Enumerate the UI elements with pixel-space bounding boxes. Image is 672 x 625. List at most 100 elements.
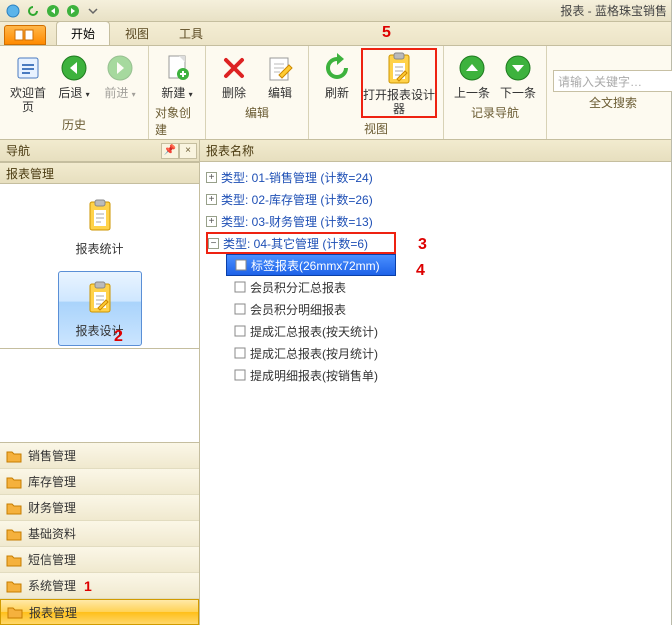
tree-item[interactable]: 提成汇总报表(按月统计) — [206, 342, 671, 364]
nav-back-icon[interactable] — [44, 2, 62, 20]
delete-icon — [218, 52, 250, 84]
folder-icon — [6, 579, 22, 593]
refresh-icon[interactable] — [24, 2, 42, 20]
back-round-icon — [58, 52, 90, 84]
nav-item-label: 系统管理 — [28, 577, 76, 594]
nav-list: 销售管理库存管理财务管理基础资料短信管理系统管理 1 报表管理 — [0, 442, 199, 625]
clipboard-icon — [82, 278, 118, 320]
nav-close-button[interactable]: × — [179, 143, 197, 159]
delete-button[interactable]: 删除 — [212, 48, 256, 102]
tree-item-label: 提成汇总报表(按月统计) — [250, 345, 378, 362]
folder-icon — [6, 527, 22, 541]
annotation-1: 1 — [84, 578, 92, 594]
nav-section-title: 报表管理 — [0, 162, 199, 184]
open-designer-button[interactable]: 打开报表设计器 — [361, 48, 437, 118]
sidebar-system[interactable]: 系统管理 1 — [0, 573, 199, 599]
annotation-2: 2 — [114, 328, 123, 346]
expand-icon[interactable]: + — [206, 216, 217, 227]
nav-header: 导航 📌 × — [0, 140, 199, 162]
button-label: 后退 ▾ — [58, 86, 89, 102]
tab-2[interactable]: 工具 — [164, 21, 218, 45]
app-logo-icon[interactable] — [4, 2, 22, 20]
tree-item[interactable]: 提成汇总报表(按天统计) — [206, 320, 671, 342]
button-label: 新建 ▾ — [161, 86, 192, 102]
ribbon: 欢迎首页后退 ▾前进 ▾历史新建 ▾对象创建删除编辑编辑刷新打开报表设计器视图上… — [0, 46, 671, 140]
nav-item-label: 库存管理 — [28, 473, 76, 490]
sidebar-reports[interactable]: 报表管理 — [0, 599, 199, 625]
card-label: 报表统计 — [75, 240, 123, 257]
ribbon-group-5: 请输入关键字…全文搜索 — [547, 46, 672, 139]
tree-group-label: 类型: 03-财务管理 (计数=13) — [221, 213, 373, 230]
tree-item-label: 提成汇总报表(按天统计) — [250, 323, 378, 340]
ribbon-group-2: 删除编辑编辑 — [206, 46, 309, 139]
tab-1[interactable]: 视图 — [110, 21, 164, 45]
card-report-design[interactable]: 报表设计 — [58, 271, 142, 346]
tree-item-label: 标签报表(26mmx72mm) — [251, 257, 380, 274]
refresh-button[interactable]: 刷新 — [315, 48, 359, 118]
folder-icon — [6, 553, 22, 567]
collapse-icon[interactable]: − — [208, 238, 219, 249]
folder-icon — [6, 501, 22, 515]
edit-button[interactable]: 编辑 — [258, 48, 302, 102]
forward-button: 前进 ▾ — [98, 48, 142, 114]
sidebar-sales[interactable]: 销售管理 — [0, 443, 199, 469]
new-button[interactable]: 新建 ▾ — [155, 48, 199, 102]
sidebar-sms[interactable]: 短信管理 — [0, 547, 199, 573]
tree-item-label: 会员积分汇总报表 — [250, 279, 346, 296]
tree-group[interactable]: + 类型: 03-财务管理 (计数=13) — [206, 210, 671, 232]
back-button[interactable]: 后退 ▾ — [52, 48, 96, 114]
down-round-icon — [502, 52, 534, 84]
nav-forward-icon[interactable] — [64, 2, 82, 20]
title-bar: 报表 - 蓝格珠宝销售 — [0, 0, 671, 22]
nav-pin-button[interactable]: 📌 — [161, 143, 179, 159]
nav-panel: 导航 📌 × 报表管理 报表统计报表设计2 销售管理库存管理财务管理基础资料短信… — [0, 140, 200, 625]
ribbon-group-1: 新建 ▾对象创建 — [149, 46, 206, 139]
tree-group-label: 类型: 01-销售管理 (计数=24) — [221, 169, 373, 186]
tree-group[interactable]: + 类型: 01-销售管理 (计数=24) — [206, 166, 671, 188]
button-label: 打开报表设计器 — [363, 88, 435, 116]
nav-item-label: 报表管理 — [29, 604, 77, 621]
expand-icon[interactable]: + — [206, 194, 217, 205]
annotation-5: 5 — [382, 24, 391, 42]
tree-group[interactable]: −类型: 04-其它管理 (计数=6) — [206, 232, 396, 254]
clipboard-icon — [383, 54, 415, 86]
folder-icon — [6, 449, 22, 463]
annotation-3: 3 — [418, 236, 427, 254]
group-label: 记录导航 — [471, 102, 519, 123]
sidebar-basic-data[interactable]: 基础资料 — [0, 521, 199, 547]
sidebar-finance[interactable]: 财务管理 — [0, 495, 199, 521]
clipboard-plain-icon — [82, 196, 118, 238]
up-round-icon — [456, 52, 488, 84]
new-icon — [161, 52, 193, 84]
app-menu-button[interactable] — [4, 25, 46, 45]
quick-access-toolbar — [4, 2, 102, 20]
card-report-stats[interactable]: 报表统计 — [58, 190, 142, 263]
button-label: 删除 — [222, 86, 246, 102]
home-button[interactable]: 欢迎首页 — [6, 48, 50, 114]
group-label: 视图 — [364, 118, 388, 139]
edit-icon — [264, 52, 296, 84]
window-title: 报表 - 蓝格珠宝销售 — [560, 0, 667, 22]
sidebar-inventory[interactable]: 库存管理 — [0, 469, 199, 495]
ribbon-tab-strip: 开始视图工具 5 — [0, 22, 671, 46]
expand-icon[interactable]: + — [206, 172, 217, 183]
button-label: 编辑 — [268, 86, 292, 102]
tree-item[interactable]: 会员积分明细报表 — [206, 298, 671, 320]
tree-group[interactable]: +类型: 02-库存管理 (计数=26) — [206, 188, 671, 210]
prev-record-button[interactable]: 上一条 — [450, 48, 494, 102]
button-label: 上一条 — [454, 86, 490, 102]
dropdown-icon[interactable] — [84, 2, 102, 20]
button-label: 前进 ▾ — [104, 86, 135, 102]
tab-0[interactable]: 开始 — [56, 21, 110, 45]
report-icon — [234, 369, 246, 381]
tree-item[interactable]: 提成明细报表(按销售单) — [206, 364, 671, 386]
search-input[interactable]: 请输入关键字… — [553, 70, 672, 92]
group-label: 历史 — [62, 114, 86, 135]
tree-item[interactable]: 会员积分汇总报表 — [206, 276, 671, 298]
next-record-button[interactable]: 下一条 — [496, 48, 540, 102]
folder-icon — [7, 605, 23, 619]
nav-item-label: 短信管理 — [28, 551, 76, 568]
nav-card-area: 报表统计报表设计2 — [0, 184, 199, 349]
report-icon — [235, 259, 247, 271]
tree-item[interactable]: 标签报表(26mmx72mm) — [226, 254, 396, 276]
